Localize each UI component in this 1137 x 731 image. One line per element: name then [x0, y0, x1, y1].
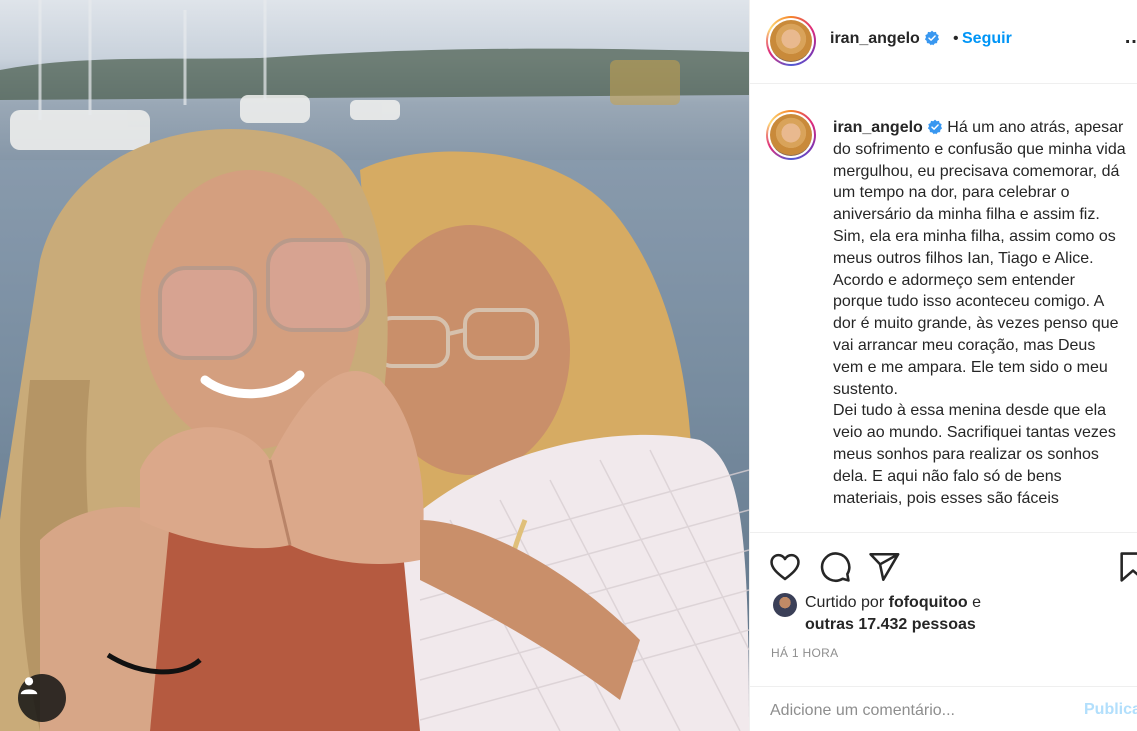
- publish-button[interactable]: Publicar: [1084, 701, 1137, 719]
- follow-button[interactable]: Seguir: [962, 30, 1012, 48]
- comment-input[interactable]: [770, 699, 1070, 723]
- header-separator-dot: •: [953, 30, 959, 47]
- more-options-icon[interactable]: …: [1124, 26, 1137, 49]
- post-timestamp[interactable]: HÁ 1 HORA: [771, 646, 838, 660]
- comment-icon[interactable]: [818, 550, 852, 584]
- caption-text: Há um ano atrás, apesar do sofrimento e …: [833, 119, 1126, 507]
- caption-area: iran_angelo Há um ano atrás, apesar do s…: [750, 85, 1137, 531]
- caption-username-link[interactable]: iran_angelo: [833, 119, 943, 136]
- post-header: iran_angelo • Seguir …: [750, 0, 1137, 84]
- likes-count-link[interactable]: outras 17.432 pessoas: [805, 616, 976, 634]
- liker-avatar[interactable]: [773, 593, 797, 617]
- heart-icon[interactable]: [768, 550, 802, 584]
- likes-summary: Curtido por fofoquitoo e outras 17.432 p…: [750, 590, 1137, 642]
- bookmark-icon[interactable]: [1116, 550, 1137, 584]
- liker-username-link[interactable]: fofoquitoo: [889, 594, 968, 611]
- author-avatar[interactable]: [766, 16, 816, 66]
- share-icon[interactable]: [867, 550, 901, 584]
- verified-badge-icon: [924, 30, 939, 46]
- post-actions: [750, 532, 1137, 598]
- user-tag-button[interactable]: [18, 674, 66, 722]
- likes-conjunction: e: [972, 594, 982, 611]
- likes-line: Curtido por fofoquitoo e: [805, 594, 981, 612]
- comment-bar: Publicar: [750, 686, 1137, 731]
- likes-prefix: Curtido por: [805, 594, 885, 611]
- person-icon: [20, 677, 38, 695]
- post-photo[interactable]: [0, 0, 749, 731]
- caption-author-avatar[interactable]: [766, 110, 816, 160]
- post-side-panel: iran_angelo • Seguir … iran_angelo Há um…: [749, 0, 1137, 731]
- photo-illustration: [0, 0, 749, 731]
- caption-text-block: iran_angelo Há um ano atrás, apesar do s…: [833, 117, 1129, 509]
- author-username-link[interactable]: iran_angelo: [830, 30, 940, 48]
- verified-badge-icon: [927, 119, 942, 135]
